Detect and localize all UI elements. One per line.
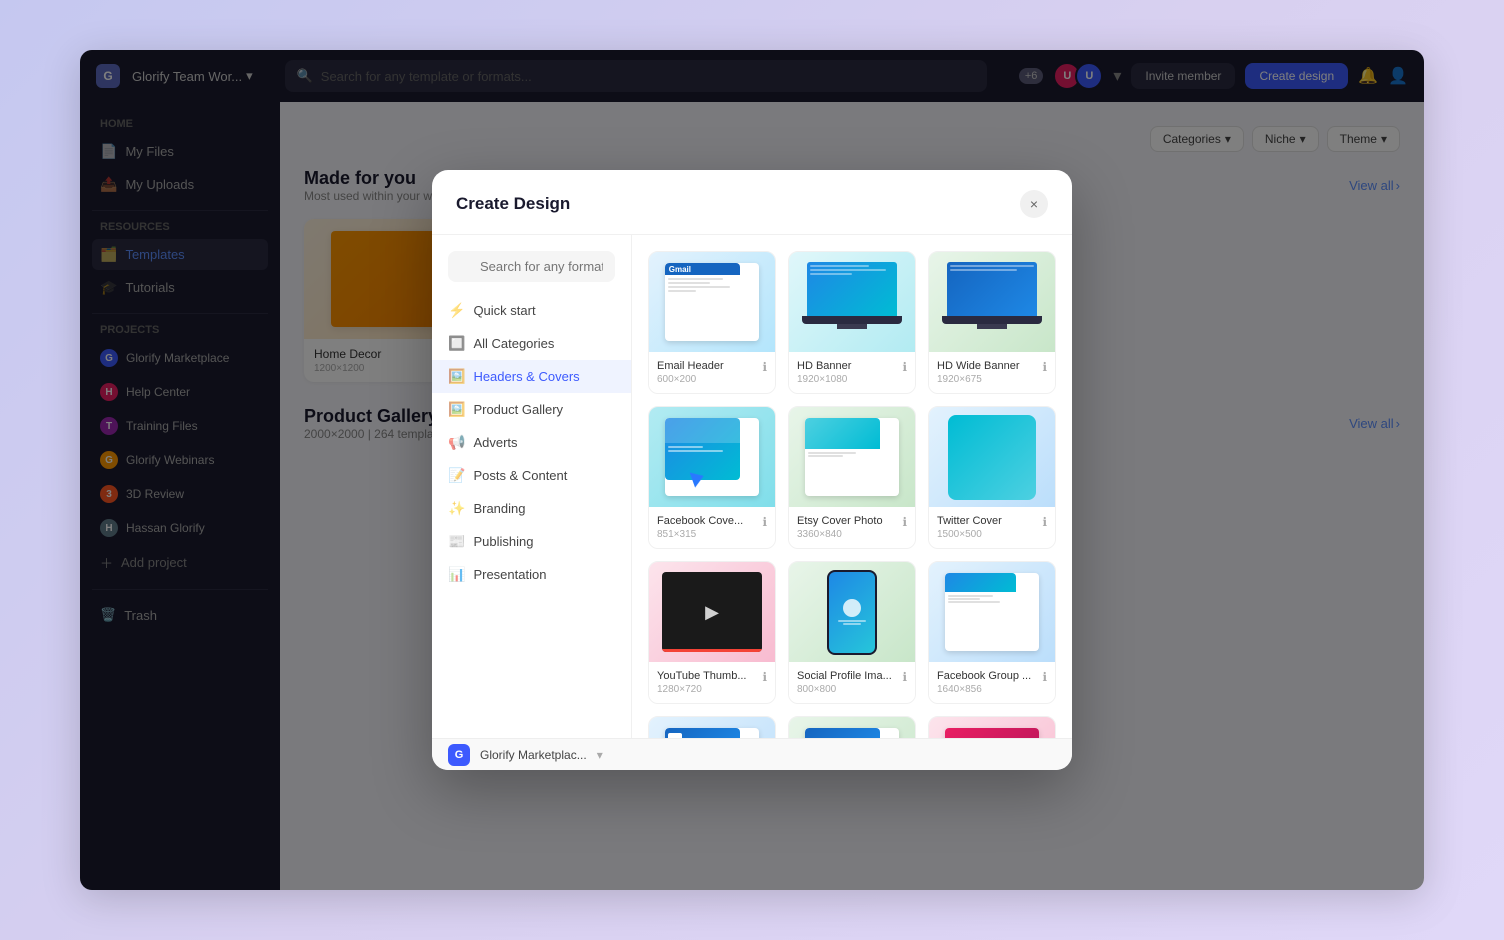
template-size: 1280×720: [657, 684, 747, 695]
template-size: 851×315: [657, 529, 743, 540]
template-card-linkedin-company[interactable]: LinkedIn Compar... 1536×768 ℹ: [648, 716, 776, 738]
template-info-icon[interactable]: ℹ: [902, 670, 907, 684]
template-info-icon[interactable]: ℹ: [1042, 515, 1047, 529]
template-card-etsy-cover[interactable]: Etsy Cover Photo 3360×840 ℹ: [788, 406, 916, 549]
template-card-youtube-thumb[interactable]: ▶ YouTube Thumb... 1280×720 ℹ: [648, 561, 776, 704]
branding-icon: ✨: [448, 500, 465, 517]
template-card-twitter-cover[interactable]: Twitter Cover 1500×500 ℹ: [928, 406, 1056, 549]
template-name: Etsy Cover Photo: [797, 515, 883, 527]
create-design-modal: Create Design × 🔍 ⚡ Quick start: [432, 170, 1072, 770]
presentation-icon: 📊: [448, 566, 465, 583]
modal-nav-presentation[interactable]: 📊 Presentation: [432, 558, 631, 591]
headers-covers-icon: 🖼️: [448, 368, 465, 385]
template-name: Facebook Cove...: [657, 515, 743, 527]
template-card-social-profile[interactable]: Social Profile Ima... 800×800 ℹ: [788, 561, 916, 704]
modal-search-container: 🔍: [432, 251, 631, 294]
template-card-email-header[interactable]: Gmail: [648, 251, 776, 394]
template-info-icon[interactable]: ℹ: [762, 670, 767, 684]
template-size: 600×200: [657, 374, 724, 385]
workspace-bar: G Glorify Marketplac... ▾: [432, 738, 1072, 770]
modal-nav-headers-covers[interactable]: 🖼️ Headers & Covers: [432, 360, 631, 393]
modal-body: 🔍 ⚡ Quick start 🔲 All Categories 🖼️: [432, 235, 1072, 738]
modal-sidebar: 🔍 ⚡ Quick start 🔲 All Categories 🖼️: [432, 235, 632, 738]
template-name: YouTube Thumb...: [657, 670, 747, 682]
template-info-icon[interactable]: ℹ: [762, 515, 767, 529]
workspace-logo: G: [448, 744, 470, 766]
modal-nav-all-categories[interactable]: 🔲 All Categories: [432, 327, 631, 360]
template-size: 800×800: [797, 684, 892, 695]
quick-start-icon: ⚡: [448, 302, 465, 319]
template-size: 3360×840: [797, 529, 883, 540]
template-card-hd-wide-banner[interactable]: HD Wide Banner 1920×675 ℹ: [928, 251, 1056, 394]
publishing-icon: 📰: [448, 533, 465, 550]
modal-header: Create Design ×: [432, 170, 1072, 235]
adverts-icon: 📢: [448, 434, 465, 451]
template-name: HD Banner: [797, 360, 851, 372]
template-name: HD Wide Banner: [937, 360, 1020, 372]
modal-nav-quick-start[interactable]: ⚡ Quick start: [432, 294, 631, 327]
template-name: Facebook Group ...: [937, 670, 1031, 682]
workspace-name: Glorify Marketplac...: [480, 748, 587, 762]
product-gallery-icon: 🖼️: [448, 401, 465, 418]
template-info-icon[interactable]: ℹ: [1042, 670, 1047, 684]
template-card-facebook-group[interactable]: Facebook Group ... 1640×856 ℹ: [928, 561, 1056, 704]
template-size: 1920×675: [937, 374, 1020, 385]
all-categories-icon: 🔲: [448, 335, 465, 352]
template-card-linkedin2[interactable]: LinkedIn... 1536×768 ℹ: [788, 716, 916, 738]
template-size: 1500×500: [937, 529, 1002, 540]
template-info-icon[interactable]: ℹ: [1042, 360, 1047, 374]
modal-backdrop: Create Design × 🔍 ⚡ Quick start: [80, 50, 1424, 890]
workspace-chevron-icon[interactable]: ▾: [597, 748, 603, 762]
app-shell: G Glorify Team Wor... ▾ 🔍 Search for any…: [80, 50, 1424, 890]
template-name: Email Header: [657, 360, 724, 372]
template-size: 1640×856: [937, 684, 1031, 695]
modal-close-button[interactable]: ×: [1020, 190, 1048, 218]
template-card-hd-banner[interactable]: HD Banner 1920×1080 ℹ: [788, 251, 916, 394]
modal-search-wrap: 🔍: [448, 251, 615, 282]
modal-template-grid-container: Gmail: [632, 235, 1072, 738]
modal-nav-branding[interactable]: ✨ Branding: [432, 492, 631, 525]
posts-content-icon: 📝: [448, 467, 465, 484]
modal-search-input[interactable]: [448, 251, 615, 282]
template-info-icon[interactable]: ℹ: [902, 360, 907, 374]
template-info-icon[interactable]: ℹ: [762, 360, 767, 374]
template-info-icon[interactable]: ℹ: [902, 515, 907, 529]
template-card-facebook-event[interactable]: Event k Event ... ×0 ℹ: [928, 716, 1056, 738]
modal-nav-publishing[interactable]: 📰 Publishing: [432, 525, 631, 558]
modal-nav-adverts[interactable]: 📢 Adverts: [432, 426, 631, 459]
template-size: 1920×1080: [797, 374, 851, 385]
template-name: Social Profile Ima...: [797, 670, 892, 682]
modal-title: Create Design: [456, 194, 570, 214]
template-name: Twitter Cover: [937, 515, 1002, 527]
template-card-facebook-cover[interactable]: Facebook Cove... 851×315 ℹ: [648, 406, 776, 549]
modal-nav-product-gallery[interactable]: 🖼️ Product Gallery: [432, 393, 631, 426]
modal-template-grid: Gmail: [648, 251, 1056, 738]
modal-nav-posts-content[interactable]: 📝 Posts & Content: [432, 459, 631, 492]
